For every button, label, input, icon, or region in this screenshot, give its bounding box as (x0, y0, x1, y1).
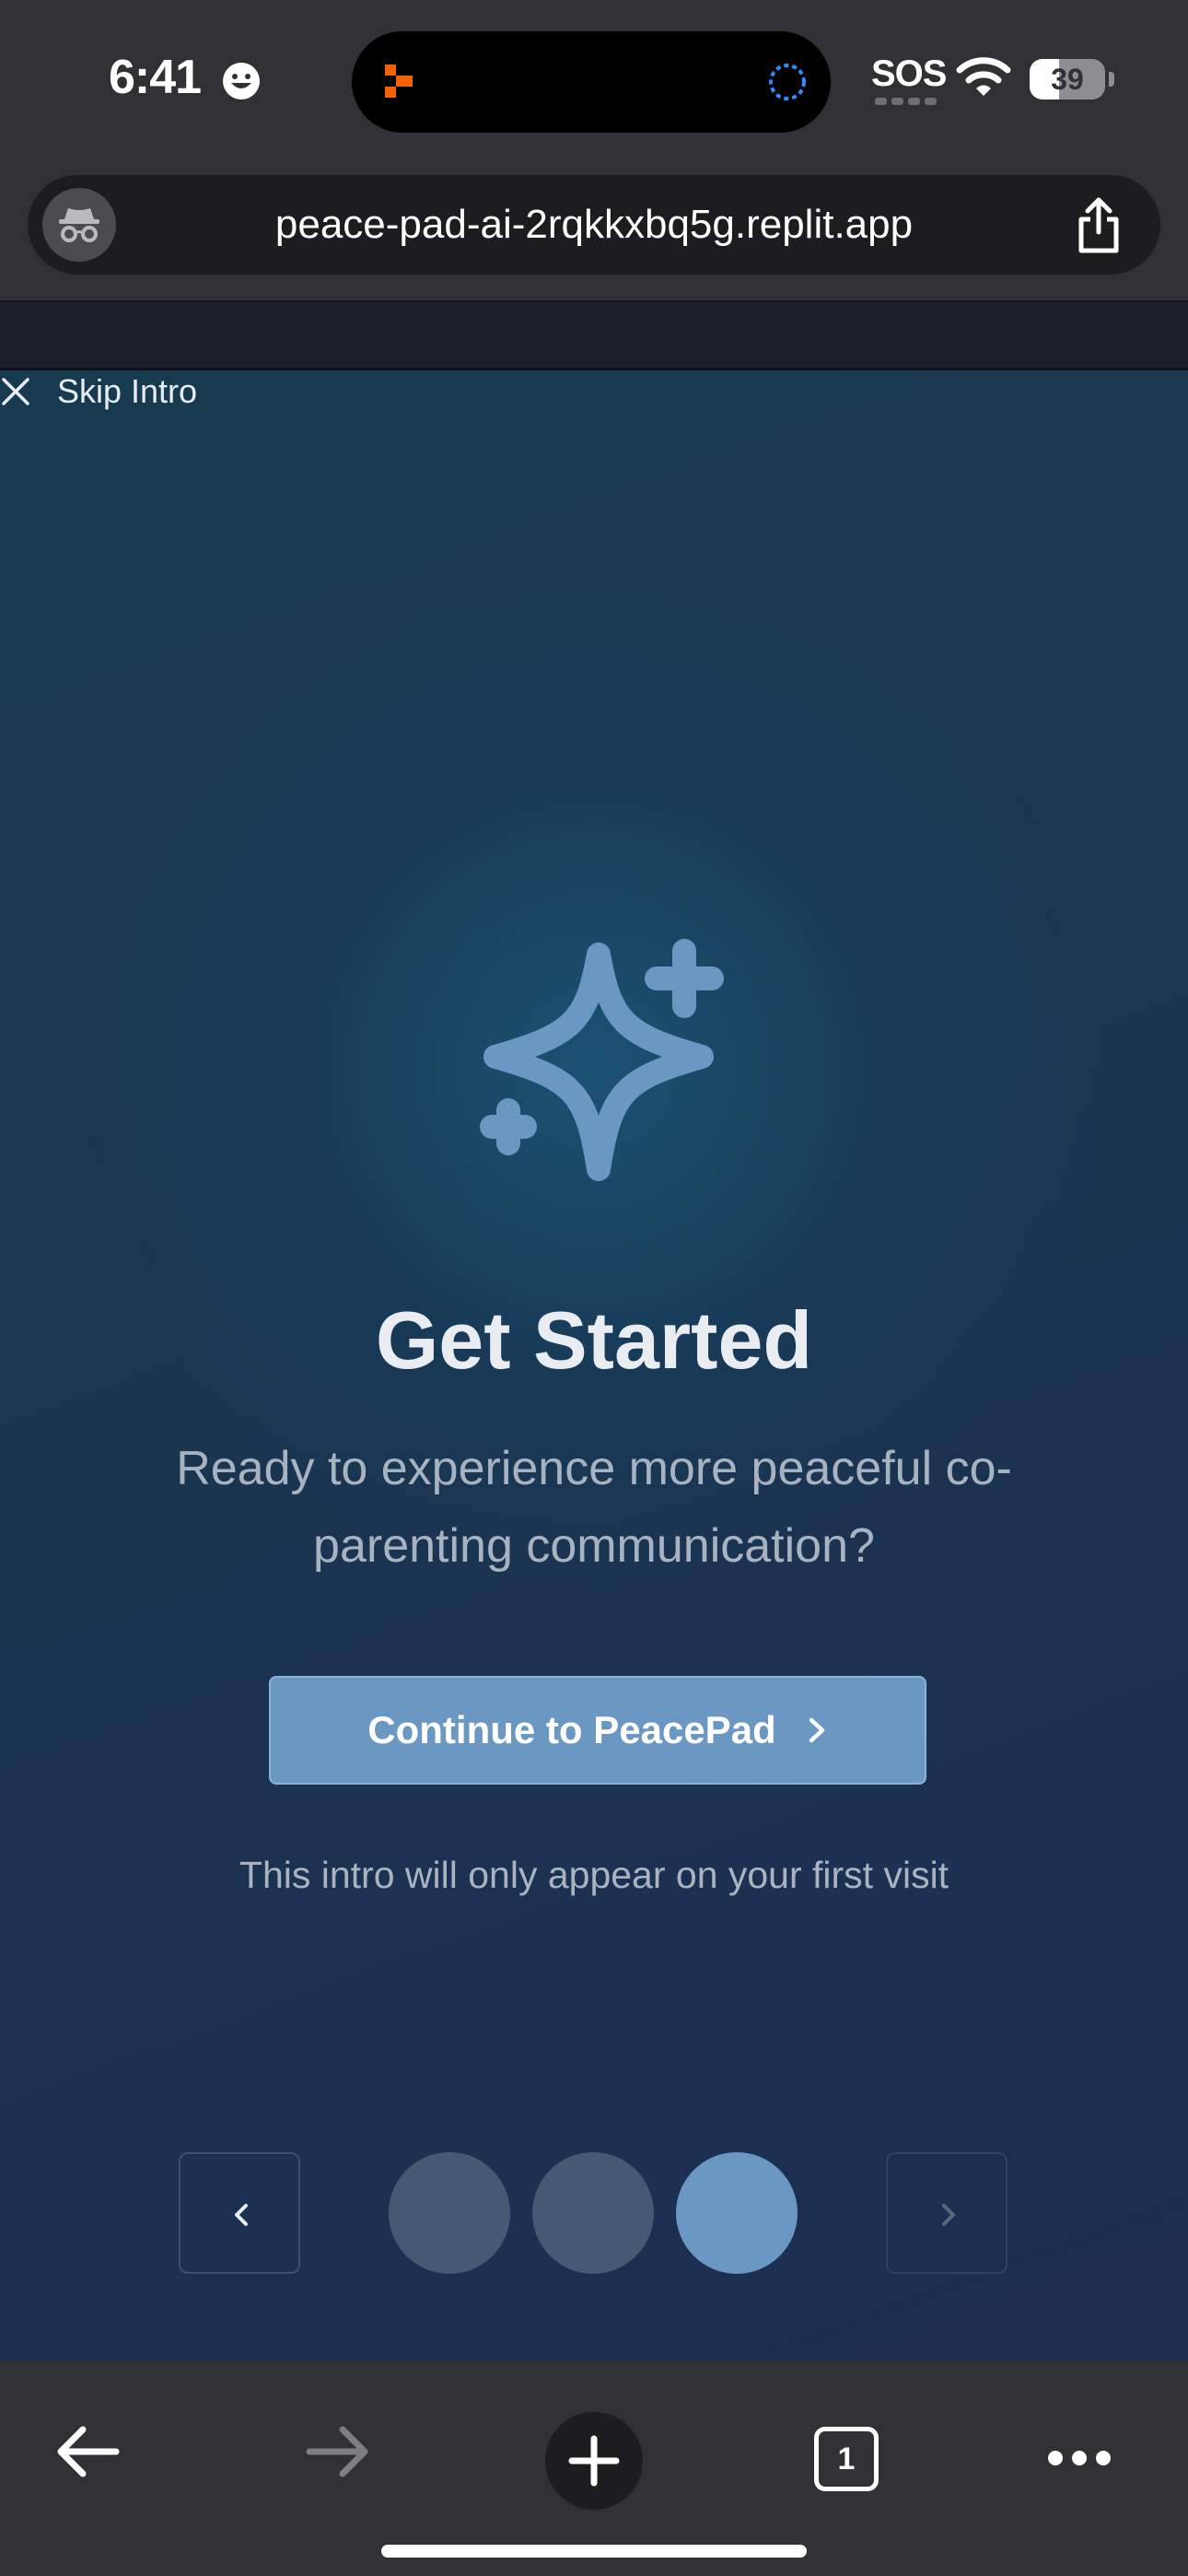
sos-label: SOS (871, 53, 947, 94)
continue-button-label: Continue to PeacePad (367, 1708, 776, 1751)
incognito-icon (59, 208, 99, 242)
step-indicator-3[interactable] (676, 2152, 798, 2274)
step-indicator-2[interactable] (532, 2152, 654, 2274)
smiley-icon (223, 63, 260, 100)
new-tab-button[interactable] (545, 2412, 643, 2510)
more-icon[interactable] (1046, 2449, 1112, 2467)
close-icon (2, 378, 29, 405)
battery-level: 39 (1051, 63, 1084, 96)
address-bar[interactable]: peace-pad-ai-2rqkkxbq5g.replit.app (28, 175, 1160, 275)
incognito-button[interactable] (42, 188, 116, 262)
recording-app-icon (385, 64, 413, 98)
browser-toolbar: 1 (0, 2360, 1188, 2576)
skip-intro-label: Skip Intro (57, 372, 198, 410)
home-indicator[interactable] (381, 2545, 807, 2558)
page-title: Get Started (375, 1294, 813, 1386)
forward-arrow-icon[interactable] (304, 2419, 372, 2484)
battery-icon: 39 (1030, 59, 1105, 100)
page-header-strip (0, 300, 1188, 370)
chevron-right-icon (942, 2204, 955, 2226)
continue-button[interactable]: Continue to PeacePad (269, 1676, 926, 1785)
skip-intro-button[interactable]: Skip Intro (0, 370, 197, 413)
previous-step-button[interactable] (179, 2152, 300, 2274)
tabs-icon[interactable]: 1 (814, 2427, 879, 2491)
intro-screen: Skip Intro Get Started Ready to experien… (0, 370, 1188, 2360)
battery-nub (1109, 72, 1114, 87)
first-visit-note: This intro will only appear on your firs… (239, 1854, 949, 1896)
status-time: 6:41 (109, 51, 202, 104)
signal-dots-icon (875, 98, 937, 105)
next-step-button[interactable] (886, 2152, 1007, 2274)
page-subtitle: Ready to experience more peaceful co-par… (176, 1442, 1012, 1573)
activity-ring-icon (769, 64, 806, 100)
share-icon[interactable] (1074, 197, 1124, 254)
wifi-icon (956, 57, 1011, 96)
chevron-left-icon (235, 2204, 248, 2226)
step-indicator-1[interactable] (389, 2152, 510, 2274)
chevron-right-icon (809, 1717, 824, 1743)
back-arrow-icon[interactable] (53, 2419, 122, 2484)
url-text[interactable]: peace-pad-ai-2rqkkxbq5g.replit.app (129, 175, 1059, 275)
dynamic-island[interactable] (352, 31, 831, 133)
sparkle-icon (480, 939, 724, 1181)
plus-icon (568, 2435, 620, 2487)
status-bar: 6:41 SOS 39 (0, 0, 1188, 166)
